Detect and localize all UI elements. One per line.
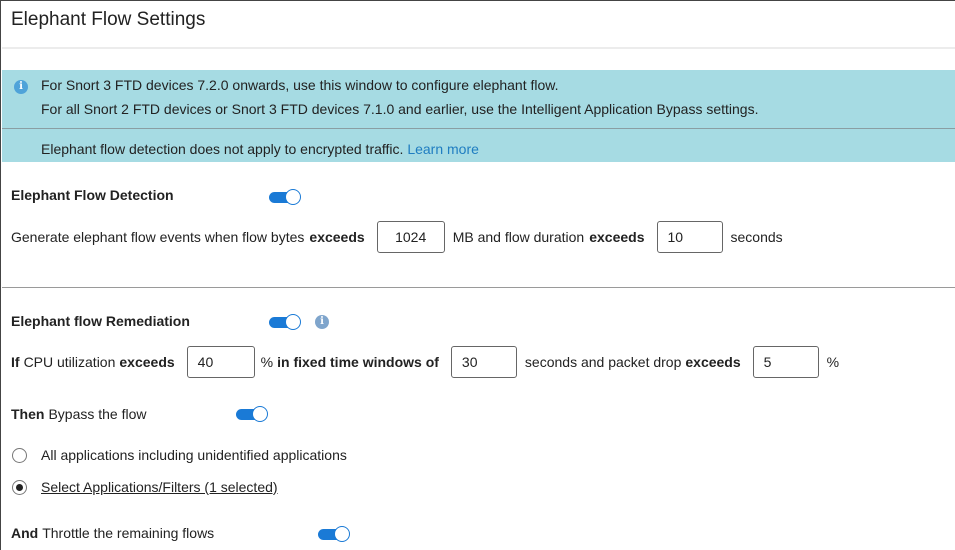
- seconds-drop-text: seconds and packet drop: [524, 354, 682, 370]
- throttle-toggle-wrap: [316, 526, 350, 542]
- drop-exceeds: exceeds: [685, 354, 741, 370]
- throttle-row: And Throttle the remaining flows: [11, 525, 214, 541]
- detection-toggle[interactable]: [267, 189, 301, 205]
- detection-exceeds-1: exceeds: [309, 229, 365, 245]
- remediation-toggle-wrap: i: [267, 314, 329, 330]
- if-word: If: [11, 354, 20, 370]
- flow-bytes-input[interactable]: 1024: [376, 221, 445, 253]
- cpu-utilization-input[interactable]: 40: [186, 346, 255, 378]
- radio-select-indicator[interactable]: [12, 479, 27, 495]
- radio-all-applications[interactable]: All applications including unidentified …: [12, 447, 347, 463]
- flow-duration-input[interactable]: 10: [656, 221, 723, 253]
- radio-select-applications[interactable]: Select Applications/Filters (1 selected): [12, 479, 278, 495]
- throttle-toggle[interactable]: [316, 526, 350, 542]
- info-banner: i For Snort 3 FTD devices 7.2.0 onwards,…: [2, 70, 955, 162]
- cpu-text: CPU utilization: [23, 354, 116, 370]
- bypass-toggle-wrap: [234, 406, 268, 422]
- banner-line-1: For Snort 3 FTD devices 7.2.0 onwards, u…: [41, 77, 559, 93]
- detection-text-c: seconds: [730, 229, 783, 245]
- percent-label: %: [260, 354, 274, 370]
- select-applications-link[interactable]: Select Applications/Filters (1 selected): [41, 479, 278, 495]
- title-divider: [2, 47, 955, 49]
- toggle-knob: [285, 189, 301, 205]
- toggle-knob: [252, 406, 268, 422]
- elephant-flow-settings-panel: Elephant Flow Settings i For Snort 3 FTD…: [0, 0, 955, 550]
- and-word: And: [11, 525, 39, 541]
- bypass-toggle[interactable]: [234, 406, 268, 422]
- bypass-row: Then Bypass the flow: [11, 406, 147, 422]
- remediation-criteria-row: If CPU utilization exceeds 40 % in fixed…: [11, 346, 839, 378]
- radio-all-indicator[interactable]: [12, 447, 27, 463]
- time-window-input[interactable]: 30: [450, 346, 517, 378]
- cpu-exceeds: exceeds: [119, 354, 175, 370]
- detection-toggle-wrap: [267, 189, 301, 205]
- detection-exceeds-2: exceeds: [589, 229, 645, 245]
- banner-line-2: For all Snort 2 FTD devices or Snort 3 F…: [41, 101, 759, 117]
- banner-line-3: Elephant flow detection does not apply t…: [41, 141, 479, 157]
- banner-divider: [2, 128, 955, 129]
- page-title: Elephant Flow Settings: [11, 9, 206, 30]
- remediation-header: Elephant flow Remediation: [11, 313, 190, 329]
- bypass-text: Bypass the flow: [48, 406, 147, 422]
- detection-text-b: MB and flow duration: [452, 229, 585, 245]
- radio-all-label: All applications including unidentified …: [41, 447, 347, 463]
- detection-criteria-row: Generate elephant flow events when flow …: [11, 221, 783, 253]
- info-icon: i: [14, 80, 28, 94]
- section-divider: [2, 287, 955, 288]
- throttle-text: Throttle the remaining flows: [42, 525, 215, 541]
- packet-drop-input[interactable]: 5: [752, 346, 819, 378]
- remediation-info-icon[interactable]: i: [315, 315, 329, 329]
- remediation-toggle[interactable]: [267, 314, 301, 330]
- encrypted-traffic-note: Elephant flow detection does not apply t…: [41, 141, 404, 157]
- percent-end-label: %: [826, 354, 840, 370]
- detection-text-a: Generate elephant flow events when flow …: [11, 229, 305, 245]
- remediation-label: Elephant flow Remediation: [11, 313, 190, 329]
- detection-label: Elephant Flow Detection: [11, 187, 174, 203]
- then-word: Then: [11, 406, 45, 422]
- toggle-knob: [285, 314, 301, 330]
- learn-more-link[interactable]: Learn more: [407, 141, 479, 157]
- detection-header: Elephant Flow Detection: [11, 187, 174, 203]
- toggle-knob: [334, 526, 350, 542]
- fixed-window-text: in fixed time windows of: [277, 354, 439, 370]
